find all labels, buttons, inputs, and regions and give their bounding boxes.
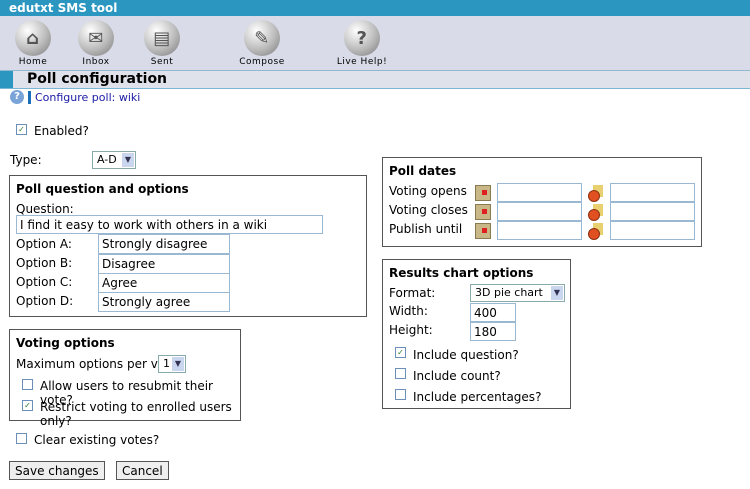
voting-closes-label: Voting closes — [389, 203, 468, 217]
resubmit-checkbox[interactable] — [22, 379, 33, 390]
save-changes-button[interactable]: Save changes — [9, 461, 105, 480]
max-options-label: Maximum options per vote: — [16, 357, 182, 371]
breadcrumb: ? Configure poll: wiki — [10, 90, 140, 104]
clock-icon[interactable] — [588, 185, 604, 202]
chevron-down-icon: ▼ — [551, 286, 563, 300]
section-heading: Voting options — [16, 336, 115, 350]
option-c-label: Option C: — [16, 275, 73, 289]
publish-until-time-input[interactable] — [610, 221, 695, 240]
chevron-down-icon: ▼ — [122, 153, 134, 167]
width-input[interactable] — [470, 303, 516, 322]
option-b-label: Option B: — [16, 256, 73, 270]
toolbar-label: Inbox — [82, 57, 110, 67]
toolbar-sent-button[interactable]: ▤ Sent — [132, 20, 192, 67]
include-question-label: Include question? — [413, 348, 519, 362]
enabled-checkbox[interactable]: ✓ — [16, 124, 27, 135]
option-c-input[interactable] — [98, 273, 230, 293]
toolbar-compose-button[interactable]: ✎ Compose — [232, 20, 292, 67]
sent-icon: ▤ — [144, 20, 180, 56]
clock-icon[interactable] — [588, 204, 604, 221]
voting-closes-date-input[interactable] — [497, 202, 582, 221]
clear-votes-checkbox[interactable] — [16, 433, 27, 444]
results-chart-panel: Results chart options Format: 3D pie cha… — [382, 259, 571, 409]
toolbar-home-button[interactable]: ⌂ Home — [3, 20, 63, 67]
help-icon: ? — [344, 20, 380, 56]
max-options-value: 1 — [163, 357, 170, 370]
question-input[interactable] — [16, 215, 323, 234]
option-a-input[interactable] — [98, 234, 230, 254]
type-label: Type: — [10, 153, 42, 167]
include-question-checkbox[interactable]: ✓ — [395, 347, 406, 358]
include-count-label: Include count? — [413, 369, 501, 383]
restrict-label: Restrict voting to enrolled users only? — [40, 400, 232, 428]
height-input[interactable] — [470, 322, 516, 341]
home-icon: ⌂ — [15, 20, 51, 56]
enabled-label: Enabled? — [34, 124, 89, 138]
cancel-button[interactable]: Cancel — [116, 461, 169, 480]
compose-icon: ✎ — [244, 20, 280, 56]
page-title: Poll configuration — [27, 71, 168, 87]
option-b-input[interactable] — [98, 254, 230, 274]
clear-votes-label: Clear existing votes? — [34, 433, 160, 447]
voting-opens-label: Voting opens — [389, 184, 467, 198]
option-a-label: Option A: — [16, 237, 72, 251]
voting-closes-time-input[interactable] — [610, 202, 695, 221]
include-count-checkbox[interactable] — [395, 368, 406, 379]
toolbar-label: Compose — [239, 57, 285, 67]
section-heading: Results chart options — [389, 266, 534, 280]
toolbar-label: Sent — [150, 57, 174, 67]
help-icon[interactable]: ? — [10, 90, 24, 104]
width-label: Width: — [389, 304, 428, 318]
toolbar-live-help-button[interactable]: ? Live Help! — [332, 20, 392, 67]
include-percentages-checkbox[interactable] — [395, 389, 406, 400]
page-header: Poll configuration — [0, 71, 750, 89]
voting-options-panel: Voting options Maximum options per vote:… — [9, 329, 241, 428]
calendar-icon[interactable] — [475, 204, 491, 220]
chevron-down-icon: ▼ — [172, 357, 184, 371]
publish-until-date-input[interactable] — [497, 221, 582, 240]
question-label: Question: — [16, 202, 74, 216]
inbox-icon: ✉ — [78, 20, 114, 56]
calendar-icon[interactable] — [475, 223, 491, 239]
toolbar-label: Home — [18, 57, 48, 67]
calendar-icon[interactable] — [475, 185, 491, 201]
type-value: A-D — [97, 153, 117, 166]
height-label: Height: — [389, 323, 433, 337]
include-percentages-label: Include percentages? — [413, 390, 542, 404]
app-title-bar: edutxt SMS tool — [0, 0, 750, 16]
toolbar-inbox-button[interactable]: ✉ Inbox — [66, 20, 126, 67]
format-label: Format: — [389, 286, 436, 300]
option-d-label: Option D: — [16, 294, 74, 308]
section-heading: Poll question and options — [16, 182, 189, 196]
restrict-checkbox[interactable]: ✓ — [22, 400, 33, 411]
option-d-input[interactable] — [98, 292, 230, 312]
toolbar: ⌂ Home ✉ Inbox ▤ Sent ✎ Compose ? Live Help! — [0, 16, 750, 71]
poll-question-panel: Poll question and options Question: Opti… — [9, 175, 367, 317]
section-heading: Poll dates — [389, 164, 457, 178]
voting-opens-date-input[interactable] — [497, 183, 582, 202]
publish-until-label: Publish until — [389, 222, 463, 236]
format-value: 3D pie chart — [475, 286, 543, 299]
page-subtitle: Configure poll: wiki — [35, 90, 141, 104]
poll-dates-panel: Poll dates Voting opens Voting closes Pu… — [382, 157, 702, 247]
max-options-select[interactable]: 1 ▼ — [158, 355, 186, 373]
voting-opens-time-input[interactable] — [610, 183, 695, 202]
format-select[interactable]: 3D pie chart ▼ — [470, 284, 565, 302]
toolbar-label: Live Help! — [336, 57, 388, 67]
clock-icon[interactable] — [588, 223, 604, 240]
type-select[interactable]: A-D ▼ — [92, 151, 136, 169]
